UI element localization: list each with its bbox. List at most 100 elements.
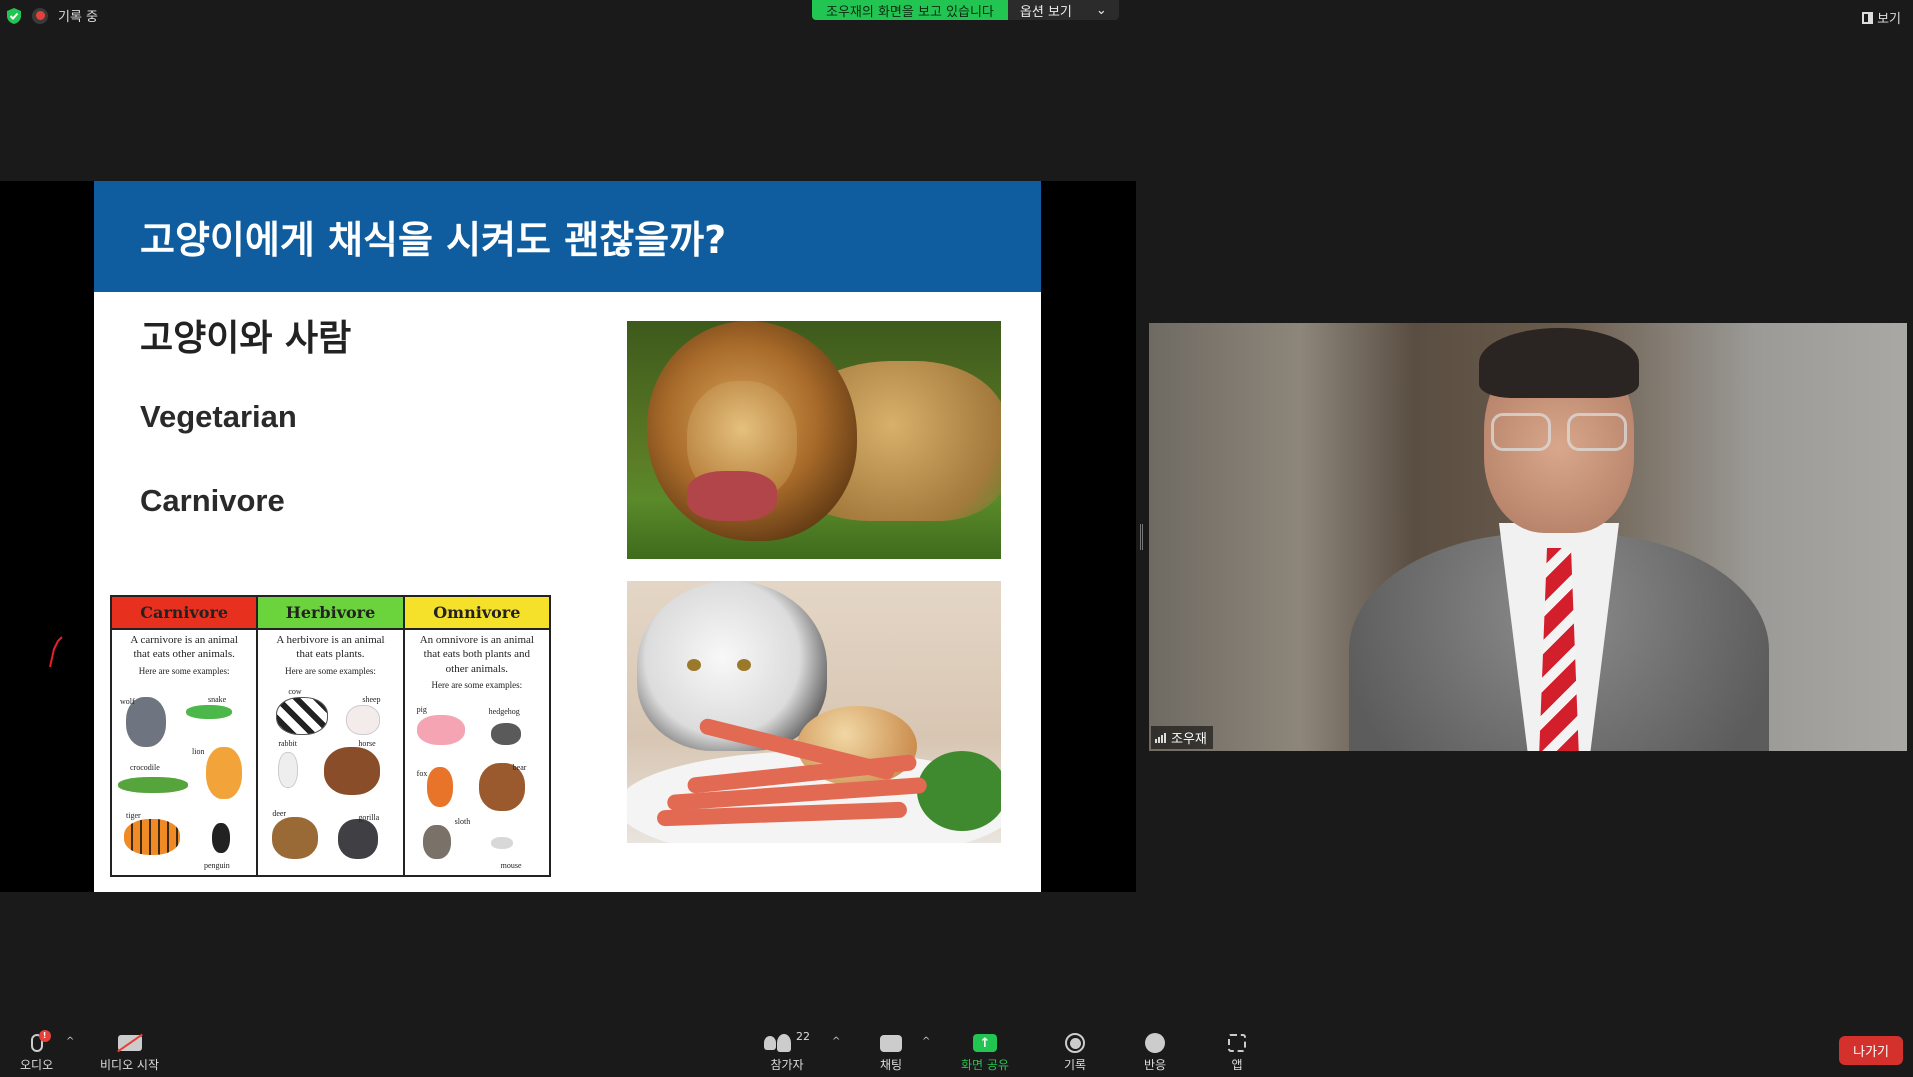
participants-icon: 22 xyxy=(764,1030,810,1056)
herbivore-examples-label: Here are some examples: xyxy=(285,665,376,676)
audio-label: 오디오 xyxy=(20,1058,54,1072)
chat-label: 채팅 xyxy=(880,1058,903,1072)
recording-label: 기록 중 xyxy=(58,10,99,25)
video-label: 비디오 시작 xyxy=(100,1058,160,1072)
carnivore-examples-label: Here are some examples: xyxy=(138,665,230,676)
carnivore-desc-2: that eats other animals. xyxy=(133,648,235,661)
view-options-button[interactable]: 옵션 보기 ⌄ xyxy=(1007,0,1119,20)
penguin-illustration xyxy=(212,823,230,853)
participant-count: 22 xyxy=(796,1030,810,1043)
animal-label: hedgehog xyxy=(488,707,520,716)
screen-share-banner: 조우재의 화면을 보고 있습니다 옵션 보기 ⌄ xyxy=(812,0,1119,20)
omnivore-desc-3: other animals. xyxy=(445,662,508,675)
mic-alert-badge: ! xyxy=(38,1030,51,1042)
participants-button[interactable]: 22 참가자 xyxy=(764,1030,810,1073)
animal-label: snake xyxy=(208,695,227,704)
split-view-divider[interactable] xyxy=(1140,524,1143,550)
hedgehog-illustration xyxy=(490,723,521,745)
gorilla-illustration xyxy=(338,819,379,859)
record-button[interactable]: 기록 xyxy=(1064,1030,1086,1073)
share-label: 화면 공유 xyxy=(961,1058,1009,1072)
view-button[interactable]: 보기 xyxy=(1862,8,1901,27)
start-video-button[interactable]: 비디오 시작 xyxy=(100,1030,159,1073)
sheep-illustration xyxy=(346,705,381,735)
animal-label: penguin xyxy=(204,861,230,870)
security-shield-icon[interactable] xyxy=(6,7,22,25)
smiley-icon xyxy=(1145,1033,1166,1053)
animal-label: fox xyxy=(416,769,428,778)
shared-screen: 고양이에게 채식을 시켜도 괜찮을까? 고양이와 사람 Vegetarian C… xyxy=(0,181,1136,892)
share-banner-text: 조우재의 화면을 보고 있습니다 xyxy=(812,0,1008,20)
animal-label: tiger xyxy=(126,811,141,820)
horse-illustration xyxy=(324,747,381,795)
signal-strength-icon xyxy=(1155,732,1166,743)
chevron-down-icon: ⌄ xyxy=(1095,2,1107,18)
snake-illustration xyxy=(186,705,232,719)
audio-button[interactable]: ! 오디오 xyxy=(20,1030,53,1073)
animal-label: sloth xyxy=(454,817,471,826)
participants-options-caret[interactable]: ^ xyxy=(832,1036,840,1047)
slide-title: 고양이에게 채식을 시켜도 괜찮을까? xyxy=(140,218,727,262)
participant-video-tile[interactable]: 조우재 xyxy=(1149,323,1907,751)
reactions-label: 반응 xyxy=(1144,1058,1167,1072)
view-options-label: 옵션 보기 xyxy=(1019,4,1072,20)
chat-options-caret[interactable]: ^ xyxy=(922,1036,930,1047)
herbivore-desc-1: A herbivore is an animal xyxy=(276,634,385,646)
lion-illustration xyxy=(206,747,242,799)
omnivore-desc-2: that eats both plants and xyxy=(423,648,530,661)
animal-label: rabbit xyxy=(278,739,297,748)
animal-label: gorilla xyxy=(358,813,380,822)
chart-column-herbivore: Herbivore A herbivore is an animal that … xyxy=(258,597,405,875)
tiger-illustration xyxy=(124,819,180,855)
cat-with-sausages-photo xyxy=(627,581,1001,843)
animal-label: crocodile xyxy=(130,763,160,772)
fox-illustration xyxy=(426,767,453,807)
herbivore-desc-2: that eats plants. xyxy=(296,648,365,661)
meeting-toolbar: ! 오디오 ^ 비디오 시작 22 참가자 ^ 채팅 ^ ↑ 화면 공유 기록 … xyxy=(0,1020,1913,1077)
recording-icon xyxy=(32,7,48,24)
participants-label: 참가자 xyxy=(770,1058,804,1072)
diet-types-chart: Carnivore A carnivore is an animal that … xyxy=(110,595,551,877)
animal-label: lion xyxy=(192,747,205,756)
view-button-label: 보기 xyxy=(1877,12,1901,27)
apps-button[interactable]: 앱 xyxy=(1228,1030,1246,1073)
slide-header: 고양이에게 채식을 시켜도 괜찮을까? xyxy=(94,181,1041,292)
chart-header-carnivore: Carnivore xyxy=(112,597,257,630)
chat-icon xyxy=(880,1034,903,1052)
animal-label: deer xyxy=(272,809,287,818)
chart-column-carnivore: Carnivore A carnivore is an animal that … xyxy=(112,597,259,875)
reactions-button[interactable]: 반응 xyxy=(1144,1030,1166,1073)
animal-label: pig xyxy=(416,705,427,714)
carnivore-desc-1: A carnivore is an animal xyxy=(130,634,238,646)
cow-illustration xyxy=(276,697,329,735)
chat-button[interactable]: 채팅 xyxy=(880,1030,902,1073)
slide-word-carnivore: Carnivore xyxy=(140,483,285,518)
leave-button[interactable]: 나가기 xyxy=(1839,1036,1903,1065)
participant-name: 조우재 xyxy=(1171,732,1207,747)
presentation-slide: 고양이에게 채식을 시켜도 괜찮을까? 고양이와 사람 Vegetarian C… xyxy=(94,181,1041,892)
animal-label: cow xyxy=(288,687,302,696)
chart-column-omnivore: Omnivore An omnivore is an animal that e… xyxy=(404,597,549,875)
share-screen-button[interactable]: ↑ 화면 공유 xyxy=(961,1030,1009,1073)
microphone-icon: ! xyxy=(30,1030,51,1052)
crocodile-illustration xyxy=(118,777,188,793)
animal-label: bear xyxy=(512,763,527,772)
animal-label: horse xyxy=(358,739,376,748)
annotation-pen-mark xyxy=(49,636,63,668)
audio-options-caret[interactable]: ^ xyxy=(66,1036,74,1047)
video-off-icon xyxy=(117,1035,142,1051)
rabbit-illustration xyxy=(278,752,299,788)
slide-word-vegetarian: Vegetarian xyxy=(140,399,297,434)
apps-label: 앱 xyxy=(1231,1058,1243,1072)
record-icon xyxy=(1065,1033,1086,1053)
omnivore-desc-1: An omnivore is an animal xyxy=(419,634,534,646)
lion-eating-photo xyxy=(627,321,1001,559)
sloth-illustration xyxy=(422,825,451,859)
animal-label: wolf xyxy=(120,697,135,706)
chart-header-herbivore: Herbivore xyxy=(258,597,403,630)
share-screen-icon: ↑ xyxy=(972,1034,997,1052)
chart-header-omnivore: Omnivore xyxy=(404,597,549,630)
participant-name-tag: 조우재 xyxy=(1151,726,1213,749)
slide-subtitle: 고양이와 사람 xyxy=(140,318,352,359)
deer-illustration xyxy=(272,817,319,859)
